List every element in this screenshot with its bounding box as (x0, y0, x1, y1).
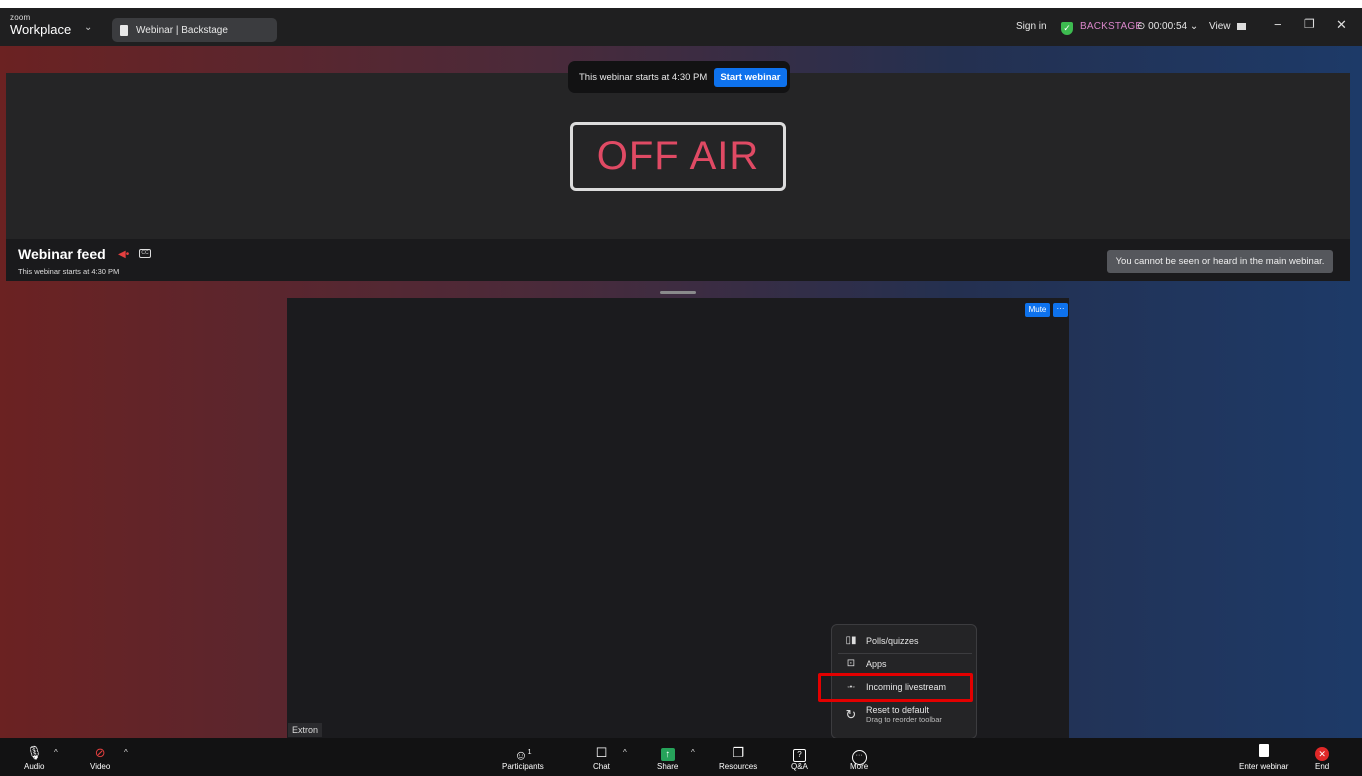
video-button[interactable]: ⊘ Video (90, 744, 110, 771)
menu-item-reset-default[interactable]: ↻ Reset to default Drag to reorder toolb… (832, 705, 978, 724)
feed-title: Webinar feed (18, 246, 106, 262)
end-x-icon: ✕ (1315, 744, 1330, 762)
reset-sublabel: Drag to reorder toolbar (866, 714, 942, 724)
apps-icon: ⊡ (846, 658, 856, 669)
qa-icon: ? (792, 744, 806, 762)
door-icon (1258, 744, 1269, 762)
resources-icon: ❐ (732, 745, 744, 760)
sign-in-link[interactable]: Sign in (1016, 21, 1047, 32)
mute-button[interactable]: Mute (1025, 303, 1050, 317)
resources-label: Resources (719, 762, 758, 771)
audio-label: Audio (24, 762, 45, 771)
participants-count: 1 (527, 749, 532, 756)
audio-button[interactable]: 🎙︎ Audio (24, 744, 44, 771)
feed-subtitle: This webinar starts at 4:30 PM (18, 267, 120, 276)
more-icon: ··· (851, 744, 867, 765)
reset-icon: ↻ (845, 707, 857, 723)
minimize-icon[interactable]: − (1274, 17, 1282, 32)
tile-more-button[interactable]: ··· (1053, 303, 1068, 317)
zoom-logo: zoom Workplace (10, 13, 72, 37)
brand-top: zoom (10, 13, 31, 22)
chat-options-caret-icon[interactable]: ^ (623, 748, 627, 757)
menu-divider (838, 653, 972, 654)
closed-caption-icon[interactable]: CC (139, 249, 151, 258)
menu-item-label: Apps (866, 658, 887, 669)
close-icon[interactable]: ✕ (1336, 17, 1347, 33)
participant-name-label: Extron (288, 723, 323, 737)
elapsed-timer[interactable]: ⊙ 00:00:54 ⌄ (1137, 21, 1198, 32)
shield-check-icon: ✓ (1061, 22, 1073, 35)
brand-bottom: Workplace (10, 22, 72, 37)
share-button[interactable]: ↑ Share (657, 744, 678, 771)
audio-options-caret-icon[interactable]: ^ (54, 748, 58, 757)
top-strip (0, 0, 1362, 8)
tab-title: Webinar | Backstage (136, 24, 228, 36)
reset-text: Reset to default Drag to reorder toolbar (866, 705, 942, 724)
visibility-notice: You cannot be seen or heard in the main … (1107, 250, 1333, 273)
meeting-toolbar (0, 738, 1362, 776)
share-arrow-icon: ↑ (660, 744, 675, 762)
qa-button[interactable]: ? Q&A (791, 744, 808, 771)
qa-label: Q&A (791, 762, 808, 771)
backstage-status: BACKSTAGE (1080, 21, 1143, 32)
resize-handle[interactable] (660, 291, 696, 294)
chat-label: Chat (593, 762, 610, 771)
menu-item-apps[interactable]: ⊡ Apps (832, 658, 978, 669)
menu-item-polls[interactable]: ▯▮ Polls/quizzes (832, 635, 978, 646)
share-label: Share (657, 762, 679, 771)
start-notice-text: This webinar starts at 4:30 PM (579, 71, 708, 83)
menu-item-label: Polls/quizzes (866, 635, 919, 646)
view-button[interactable]: View (1209, 21, 1247, 32)
video-options-caret-icon[interactable]: ^ (124, 748, 128, 757)
video-label: Video (90, 762, 111, 771)
restore-icon[interactable]: ❐ (1304, 17, 1315, 31)
highlight-box (818, 673, 973, 702)
tab-webinar-backstage[interactable]: Webinar | Backstage (112, 18, 277, 42)
enter-webinar-label: Enter webinar (1239, 762, 1289, 771)
resources-button[interactable]: ❐ Resources (719, 744, 757, 771)
chat-icon: ☐ (595, 745, 608, 760)
end-button[interactable]: ✕ End (1315, 744, 1329, 771)
polls-icon: ▯▮ (845, 635, 857, 646)
view-label: View (1209, 21, 1231, 32)
off-air-sign: OFF AIR (570, 122, 786, 191)
end-label: End (1315, 762, 1330, 771)
microphone-icon: 🎙︎ (25, 745, 43, 760)
enter-webinar-button[interactable]: Enter webinar (1239, 744, 1288, 771)
share-options-caret-icon[interactable]: ^ (691, 748, 695, 757)
app-menu-chevron-icon[interactable]: ⌄ (84, 22, 92, 33)
start-notice: This webinar starts at 4:30 PM Start web… (568, 61, 790, 93)
more-label: More (850, 762, 869, 771)
more-button[interactable]: ··· More (850, 744, 868, 771)
view-grid-icon (1237, 22, 1247, 30)
participants-button[interactable]: ☺1 Participants (502, 744, 544, 771)
start-webinar-button[interactable]: Start webinar (714, 67, 787, 87)
participants-icon: ☺1 (514, 747, 532, 763)
participants-label: Participants (502, 762, 544, 771)
speaker-muted-icon[interactable]: ◀• (118, 249, 129, 260)
chat-button[interactable]: ☐ Chat (593, 744, 610, 771)
video-off-icon: ⊘ (94, 745, 106, 760)
document-icon (120, 24, 128, 36)
